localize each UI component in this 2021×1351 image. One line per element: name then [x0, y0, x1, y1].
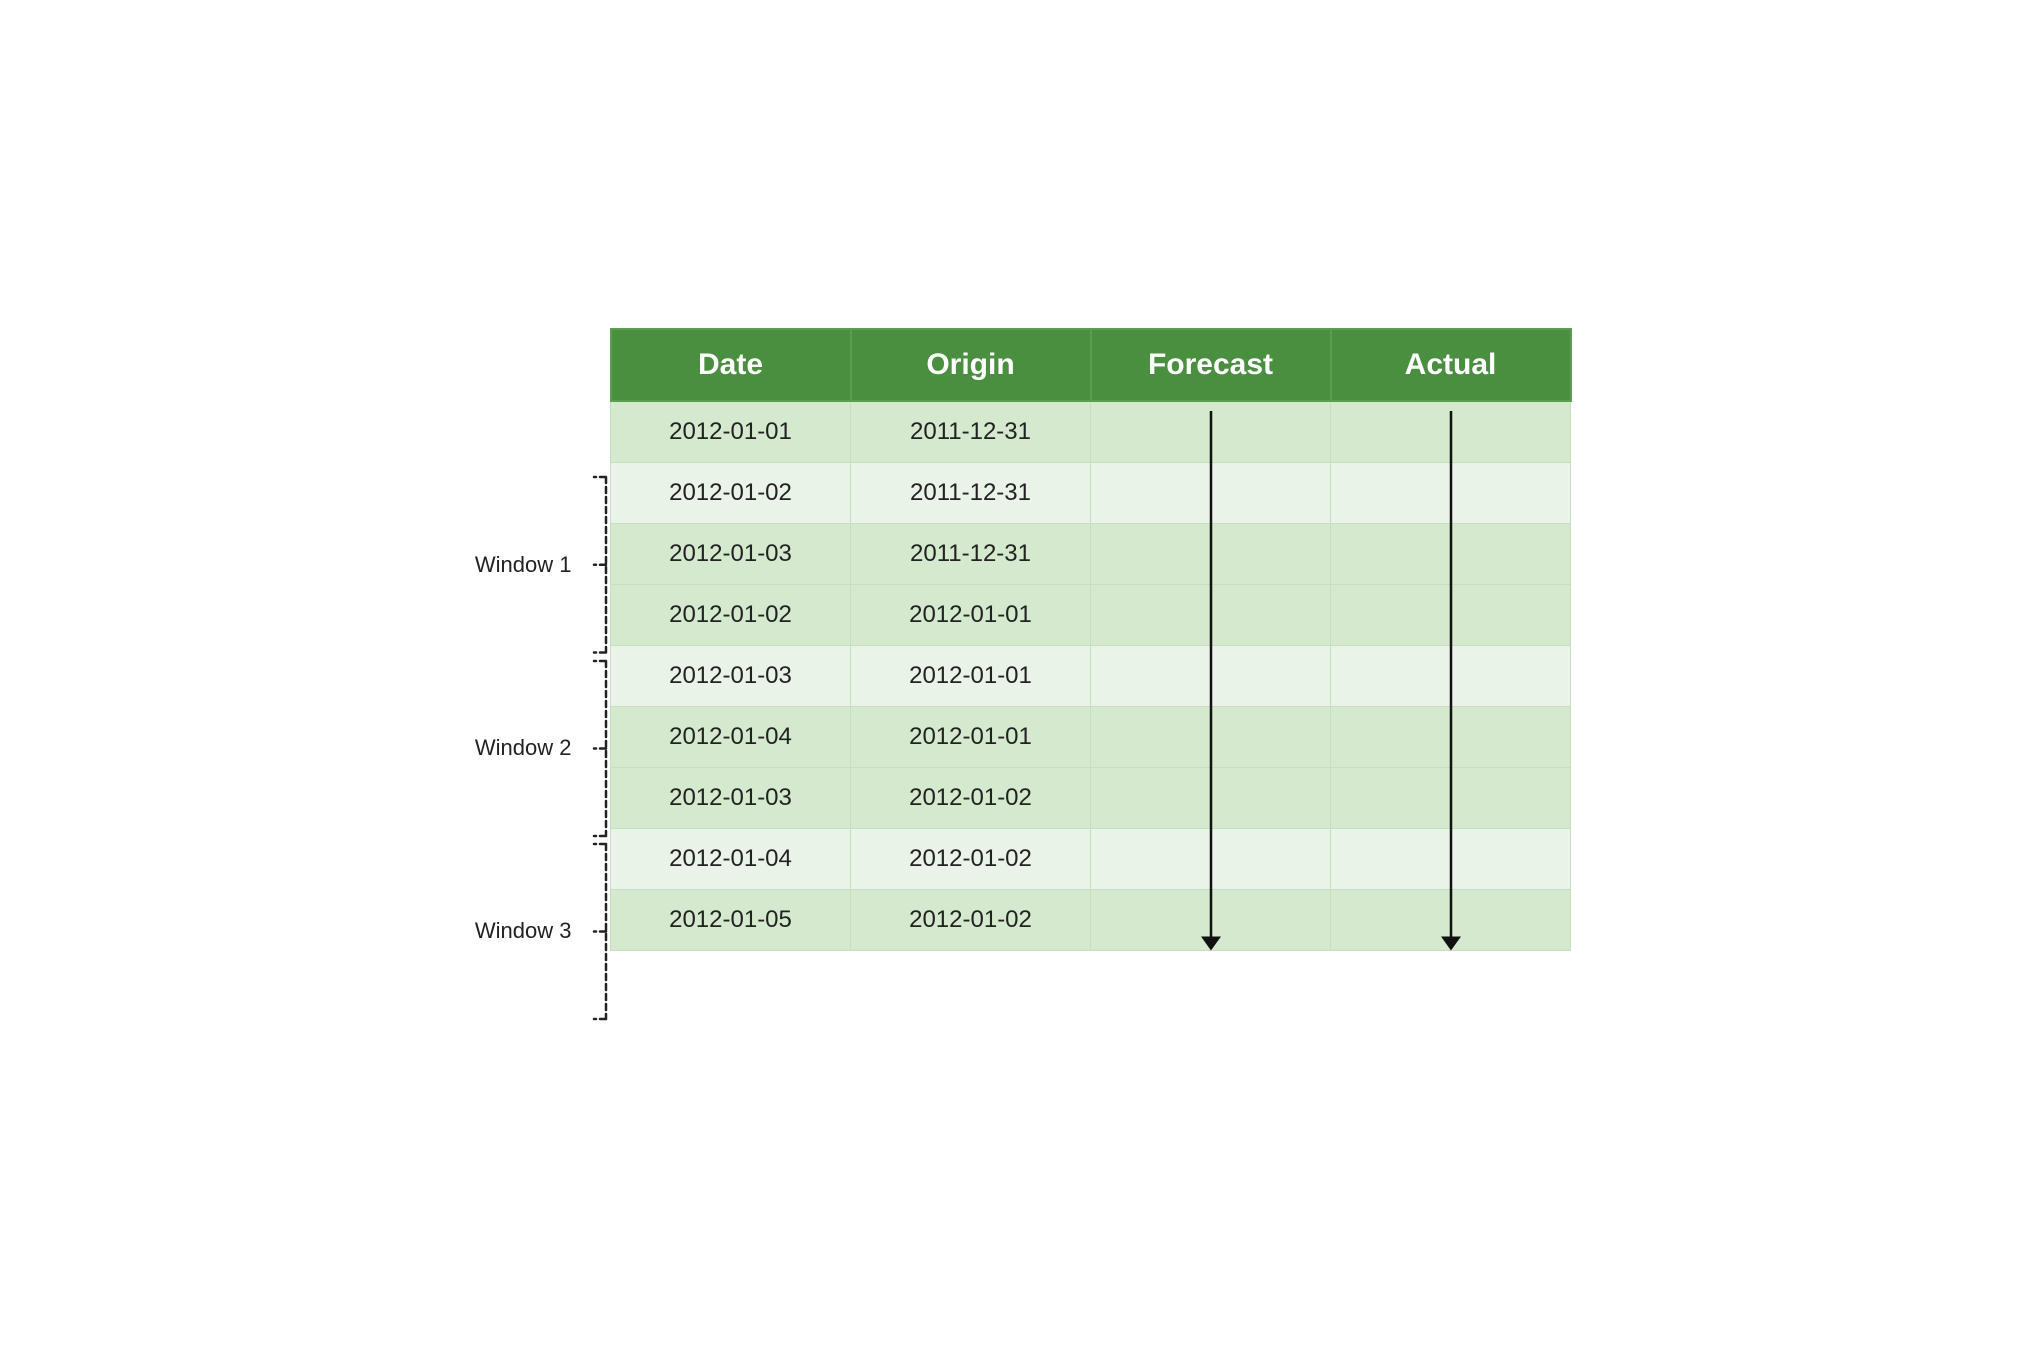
- table-row: 2012-01-032011-12-31: [611, 524, 1571, 585]
- table-row: 2012-01-032012-01-02: [611, 768, 1571, 829]
- window-label: Window 3: [475, 918, 572, 944]
- window-bracket-icon: [580, 657, 610, 840]
- window-group: Window 1: [475, 473, 610, 657]
- table-row: 2012-01-042012-01-02: [611, 829, 1571, 890]
- cell-date: 2012-01-05: [611, 890, 851, 951]
- cell-date: 2012-01-03: [611, 646, 851, 707]
- cell-origin: 2012-01-01: [851, 646, 1091, 707]
- window-group: Window 2: [475, 657, 610, 840]
- cell-actual: [1331, 829, 1571, 890]
- cell-origin: 2012-01-01: [851, 707, 1091, 768]
- window-group: Window 3: [475, 840, 610, 1023]
- cell-forecast: [1091, 585, 1331, 646]
- cell-forecast: [1091, 829, 1331, 890]
- table-body: 2012-01-012011-12-312012-01-022011-12-31…: [611, 401, 1571, 951]
- main-container: Window 1 Window 2 Window 3 Date Origin For…: [450, 328, 1572, 1023]
- cell-forecast: [1091, 768, 1331, 829]
- cell-date: 2012-01-01: [611, 401, 851, 463]
- table-row: 2012-01-032012-01-01: [611, 646, 1571, 707]
- table-row: 2012-01-022012-01-01: [611, 585, 1571, 646]
- cell-date: 2012-01-02: [611, 463, 851, 524]
- cell-origin: 2011-12-31: [851, 401, 1091, 463]
- cell-actual: [1331, 401, 1571, 463]
- table-row: 2012-01-022011-12-31: [611, 463, 1571, 524]
- cell-origin: 2012-01-02: [851, 768, 1091, 829]
- cell-forecast: [1091, 524, 1331, 585]
- cell-date: 2012-01-04: [611, 707, 851, 768]
- window-label: Window 2: [475, 735, 572, 761]
- cell-date: 2012-01-04: [611, 829, 851, 890]
- cell-origin: 2012-01-02: [851, 890, 1091, 951]
- header-actual: Actual: [1331, 329, 1571, 401]
- cell-actual: [1331, 890, 1571, 951]
- window-bracket-icon: [580, 840, 610, 1023]
- forecast-table: Date Origin Forecast Actual 2012-01-0120…: [610, 328, 1572, 951]
- cell-origin: 2012-01-01: [851, 585, 1091, 646]
- cell-origin: 2011-12-31: [851, 463, 1091, 524]
- header-origin: Origin: [851, 329, 1091, 401]
- table-header: Date Origin Forecast Actual: [611, 329, 1571, 401]
- cell-forecast: [1091, 463, 1331, 524]
- cell-forecast: [1091, 646, 1331, 707]
- cell-forecast: [1091, 890, 1331, 951]
- cell-forecast: [1091, 401, 1331, 463]
- header-date: Date: [611, 329, 851, 401]
- table-row: 2012-01-012011-12-31: [611, 401, 1571, 463]
- cell-date: 2012-01-02: [611, 585, 851, 646]
- cell-origin: 2011-12-31: [851, 524, 1091, 585]
- table-wrapper: Date Origin Forecast Actual 2012-01-0120…: [610, 328, 1572, 951]
- cell-origin: 2012-01-02: [851, 829, 1091, 890]
- cell-date: 2012-01-03: [611, 768, 851, 829]
- cell-actual: [1331, 524, 1571, 585]
- cell-actual: [1331, 585, 1571, 646]
- cell-date: 2012-01-03: [611, 524, 851, 585]
- window-label: Window 1: [475, 552, 572, 578]
- table-row: 2012-01-042012-01-01: [611, 707, 1571, 768]
- header-forecast: Forecast: [1091, 329, 1331, 401]
- cell-actual: [1331, 646, 1571, 707]
- table-row: 2012-01-052012-01-02: [611, 890, 1571, 951]
- cell-actual: [1331, 707, 1571, 768]
- cell-actual: [1331, 768, 1571, 829]
- window-bracket-icon: [580, 473, 610, 657]
- window-labels-column: Window 1 Window 2 Window 3: [450, 400, 610, 1023]
- cell-actual: [1331, 463, 1571, 524]
- cell-forecast: [1091, 707, 1331, 768]
